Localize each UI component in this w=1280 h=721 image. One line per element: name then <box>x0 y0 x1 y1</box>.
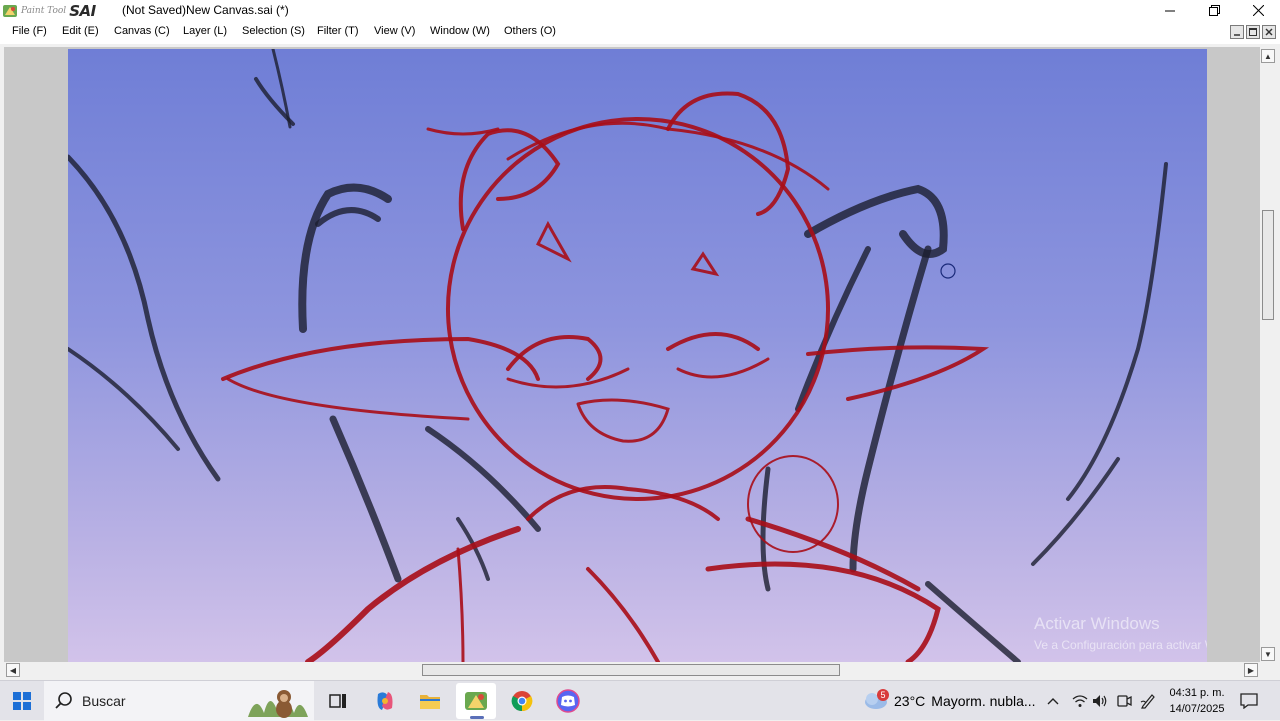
app-logo-small-text: Paint Tool <box>21 5 67 16</box>
vertical-scroll-thumb[interactable] <box>1262 210 1274 320</box>
weather-temperature: 23°C <box>894 693 926 709</box>
taskbar-search-box[interactable]: Buscar <box>44 681 314 721</box>
file-explorer-button[interactable] <box>410 683 450 719</box>
taskbar-clock[interactable]: 04:31 p. m. 14/07/2025 <box>1164 685 1230 717</box>
drawing-canvas[interactable]: Activar Windows Ve a Configuración para … <box>68 49 1207 662</box>
horizontal-scroll-thumb[interactable] <box>422 664 840 676</box>
search-placeholder: Buscar <box>82 693 126 709</box>
doc-maximize-button[interactable] <box>1246 25 1260 39</box>
active-app-indicator <box>470 716 484 719</box>
speaker-icon <box>1093 695 1107 707</box>
paint-tool-sai-icon <box>465 692 487 710</box>
menu-selection[interactable]: Selection (S) <box>242 25 305 37</box>
document-window-controls <box>1230 25 1276 39</box>
wifi-icon <box>1072 695 1088 707</box>
copilot-button[interactable] <box>365 683 405 719</box>
volume-button[interactable] <box>1092 681 1108 721</box>
doc-close-icon <box>1265 28 1273 36</box>
task-view-icon <box>329 694 346 708</box>
search-highlight-monkey-icon <box>248 690 308 718</box>
arrow-up-icon: ▲ <box>1264 51 1272 61</box>
sai-logo-icon <box>3 4 17 17</box>
sketch-drawing <box>68 49 1168 662</box>
taskbar: Buscar 5 23°C Mayorm. nubla... 04:31 p. … <box>0 680 1280 721</box>
chevron-up-icon <box>1047 698 1059 705</box>
menu-view[interactable]: View (V) <box>374 25 415 37</box>
folder-icon <box>420 695 440 709</box>
network-button[interactable] <box>1072 681 1088 721</box>
minimize-button[interactable] <box>1148 0 1192 21</box>
menu-file[interactable]: File (F) <box>12 25 47 37</box>
weather-icon-wrap: 5 <box>862 689 889 712</box>
doc-close-button[interactable] <box>1262 25 1276 39</box>
discord-icon <box>556 689 580 713</box>
notifications-button[interactable] <box>1240 681 1258 721</box>
menu-layer[interactable]: Layer (L) <box>183 25 227 37</box>
app-logo: Paint Tool SAI <box>2 1 96 20</box>
menu-others[interactable]: Others (O) <box>504 25 556 37</box>
notification-icon <box>1240 693 1258 709</box>
pen-workspace-button[interactable] <box>1140 681 1156 721</box>
paint-tool-sai-taskbar-button[interactable] <box>456 683 496 719</box>
scrollbar-corner <box>1260 662 1276 678</box>
menu-window[interactable]: Window (W) <box>430 25 490 37</box>
close-button[interactable] <box>1236 0 1280 21</box>
scroll-down-button[interactable]: ▼ <box>1261 647 1275 661</box>
arrow-left-icon: ◀ <box>9 665 17 675</box>
copilot-icon <box>377 692 393 710</box>
scroll-up-button[interactable]: ▲ <box>1261 49 1275 63</box>
menu-filter[interactable]: Filter (T) <box>317 25 359 37</box>
close-icon <box>1252 5 1264 16</box>
app-logo-big-text: SAI <box>69 1 96 20</box>
clock-time: 04:31 p. m. <box>1169 687 1225 699</box>
weather-description: Mayorm. nubla... <box>931 693 1036 709</box>
scroll-left-button[interactable]: ◀ <box>6 663 20 677</box>
restore-button[interactable] <box>1192 0 1236 21</box>
menu-bar: File (F) Edit (E) Canvas (C) Layer (L) S… <box>0 21 1280 44</box>
discord-button[interactable] <box>548 683 588 719</box>
task-view-button[interactable] <box>318 683 358 719</box>
search-icon <box>55 692 72 709</box>
chrome-icon <box>511 691 533 712</box>
canvas-workspace[interactable]: Activar Windows Ve a Configuración para … <box>4 47 1260 662</box>
meet-now-button[interactable] <box>1116 681 1132 721</box>
horizontal-scrollbar[interactable]: ◀ ▶ <box>4 662 1260 678</box>
document-title: (Not Saved)New Canvas.sai (*) <box>122 3 289 17</box>
brush-cursor <box>940 263 956 279</box>
arrow-right-icon: ▶ <box>1247 665 1255 675</box>
arrow-down-icon: ▼ <box>1264 649 1272 659</box>
pen-icon <box>1140 694 1155 709</box>
scroll-right-button[interactable]: ▶ <box>1244 663 1258 677</box>
clock-date: 14/07/2025 <box>1169 703 1225 715</box>
camera-icon <box>1117 695 1132 707</box>
minimize-icon <box>1165 10 1175 11</box>
start-button[interactable] <box>0 681 44 721</box>
show-hidden-icons-button[interactable] <box>1046 681 1060 721</box>
restore-icon <box>1208 5 1220 16</box>
weather-widget[interactable]: 5 23°C Mayorm. nubla... <box>862 681 1036 721</box>
doc-maximize-icon <box>1249 28 1257 36</box>
doc-minimize-icon <box>1234 34 1240 36</box>
title-bar: Paint Tool SAI (Not Saved)New Canvas.sai… <box>0 0 1280 21</box>
doc-minimize-button[interactable] <box>1230 25 1244 39</box>
menu-edit[interactable]: Edit (E) <box>62 25 99 37</box>
weather-alert-badge: 5 <box>877 689 889 701</box>
chrome-button[interactable] <box>502 683 542 719</box>
vertical-scrollbar[interactable]: ▲ ▼ <box>1260 47 1276 662</box>
menu-canvas[interactable]: Canvas (C) <box>114 25 170 37</box>
windows-start-icon <box>13 692 31 710</box>
